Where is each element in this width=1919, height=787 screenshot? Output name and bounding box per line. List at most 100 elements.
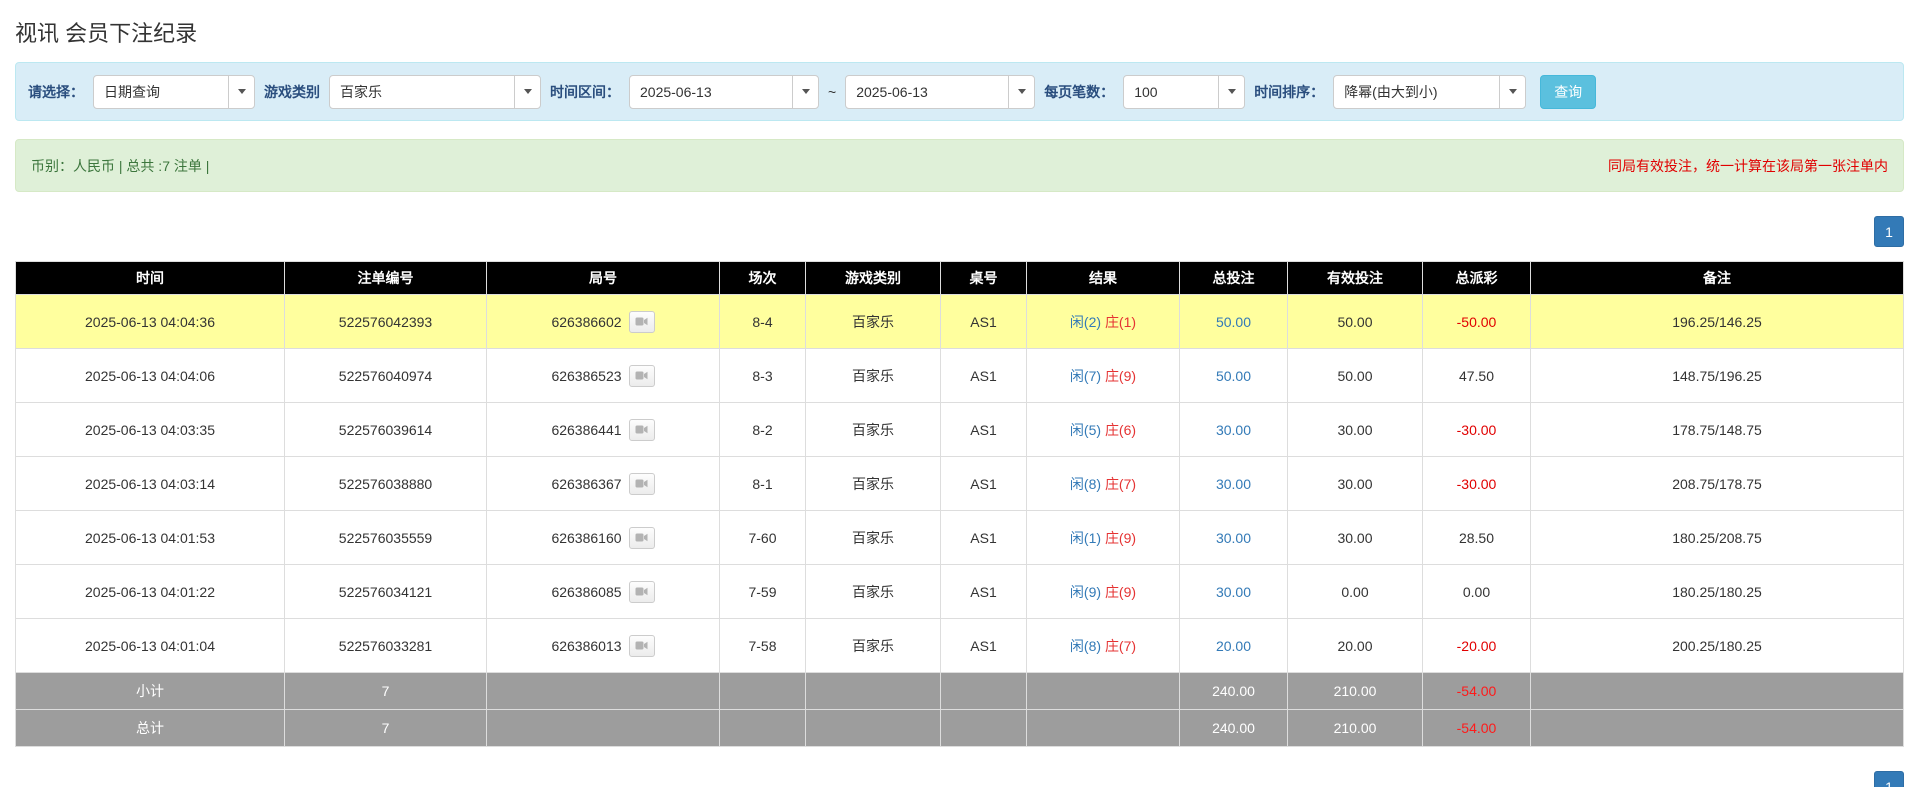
chevron-down-icon[interactable]	[1008, 76, 1034, 108]
cell-total-bet-sum: 240.00	[1180, 673, 1288, 710]
cell-remark: 196.25/146.25	[1531, 295, 1904, 349]
video-replay-icon[interactable]	[629, 527, 655, 549]
video-replay-icon[interactable]	[629, 365, 655, 387]
pagination-bottom: 1	[15, 771, 1904, 787]
table-row: 2025-06-13 04:04:06 522576040974 6263865…	[16, 349, 1904, 403]
page-button-1[interactable]: 1	[1874, 771, 1904, 787]
round-id-text: 626386085	[551, 584, 621, 600]
video-replay-icon[interactable]	[629, 311, 655, 333]
cell-valid-bet: 30.00	[1288, 403, 1423, 457]
cell-table-no: AS1	[941, 349, 1027, 403]
cell-time: 2025-06-13 04:03:14	[16, 457, 285, 511]
cell-remark: 148.75/196.25	[1531, 349, 1904, 403]
subtotal-row: 小计 7 240.00 210.00 -54.00	[16, 673, 1904, 710]
cell-session: 8-1	[720, 457, 806, 511]
column-header-6: 桌号	[941, 262, 1027, 295]
game-type-value: 百家乐	[330, 76, 514, 108]
cell-empty	[1027, 673, 1180, 710]
cell-round-id: 626386523	[487, 349, 720, 403]
cell-session: 8-2	[720, 403, 806, 457]
page-size-select[interactable]: 100	[1123, 75, 1245, 109]
page-title: 视讯 会员下注纪录	[15, 16, 1904, 48]
video-replay-icon[interactable]	[629, 419, 655, 441]
cell-empty	[1027, 710, 1180, 747]
result-banker: 庄(6)	[1105, 422, 1136, 438]
round-id-text: 626386441	[551, 422, 621, 438]
table-row: 2025-06-13 04:04:36 522576042393 6263866…	[16, 295, 1904, 349]
cell-valid-bet-sum: 210.00	[1288, 710, 1423, 747]
cell-result: 闲(5) 庄(6)	[1027, 403, 1180, 457]
sort-select[interactable]: 降幂(由大到小)	[1333, 75, 1526, 109]
chevron-down-icon[interactable]	[514, 76, 540, 108]
cell-total-count: 7	[285, 673, 487, 710]
cell-game-type: 百家乐	[806, 295, 941, 349]
chevron-down-icon[interactable]	[792, 76, 818, 108]
cell-total-bet[interactable]: 30.00	[1180, 457, 1288, 511]
chevron-down-icon[interactable]	[228, 76, 254, 108]
cell-result: 闲(7) 庄(9)	[1027, 349, 1180, 403]
result-player: 闲(5)	[1070, 422, 1101, 438]
result-banker: 庄(7)	[1105, 638, 1136, 654]
cell-remark: 178.75/148.75	[1531, 403, 1904, 457]
cell-round-id: 626386441	[487, 403, 720, 457]
cell-game-type: 百家乐	[806, 511, 941, 565]
table-row: 2025-06-13 04:03:35 522576039614 6263864…	[16, 403, 1904, 457]
video-replay-icon[interactable]	[629, 473, 655, 495]
summary-bar: 币别：人民币 | 总共 :7 注单 | 同局有效投注，统一计算在该局第一张注单内	[15, 139, 1904, 192]
cell-empty	[487, 673, 720, 710]
cell-valid-bet-sum: 210.00	[1288, 673, 1423, 710]
cell-table-no: AS1	[941, 295, 1027, 349]
cell-time: 2025-06-13 04:01:22	[16, 565, 285, 619]
cell-result: 闲(1) 庄(9)	[1027, 511, 1180, 565]
result-player: 闲(1)	[1070, 530, 1101, 546]
cell-bet-id: 522576042393	[285, 295, 487, 349]
cell-empty	[487, 710, 720, 747]
cell-total-bet[interactable]: 30.00	[1180, 511, 1288, 565]
video-replay-icon[interactable]	[629, 635, 655, 657]
cell-valid-bet: 30.00	[1288, 457, 1423, 511]
page-button-1[interactable]: 1	[1874, 216, 1904, 247]
grand-total-row: 总计 7 240.00 210.00 -54.00	[16, 710, 1904, 747]
cell-empty	[806, 710, 941, 747]
cell-session: 7-58	[720, 619, 806, 673]
round-id-text: 626386523	[551, 368, 621, 384]
cell-time: 2025-06-13 04:03:35	[16, 403, 285, 457]
table-row: 2025-06-13 04:01:22 522576034121 6263860…	[16, 565, 1904, 619]
date-from-select[interactable]: 2025-06-13	[629, 75, 819, 109]
result-banker: 庄(9)	[1105, 584, 1136, 600]
chevron-down-icon[interactable]	[1218, 76, 1244, 108]
table-row: 2025-06-13 04:01:04 522576033281 6263860…	[16, 619, 1904, 673]
cell-table-no: AS1	[941, 457, 1027, 511]
cell-remark: 200.25/180.25	[1531, 619, 1904, 673]
cell-remark: 180.25/208.75	[1531, 511, 1904, 565]
date-to-select[interactable]: 2025-06-13	[845, 75, 1035, 109]
cell-bet-id: 522576033281	[285, 619, 487, 673]
cell-total-bet[interactable]: 20.00	[1180, 619, 1288, 673]
cell-valid-bet: 20.00	[1288, 619, 1423, 673]
cell-payout: 28.50	[1423, 511, 1531, 565]
sort-value: 降幂(由大到小)	[1334, 76, 1499, 108]
cell-game-type: 百家乐	[806, 457, 941, 511]
round-id-text: 626386013	[551, 638, 621, 654]
column-header-2: 注单编号	[285, 262, 487, 295]
cell-payout-sum: -54.00	[1423, 710, 1531, 747]
query-type-select[interactable]: 日期查询	[93, 75, 255, 109]
cell-total-bet[interactable]: 50.00	[1180, 349, 1288, 403]
search-button[interactable]: 查询	[1540, 75, 1596, 109]
chevron-down-icon[interactable]	[1499, 76, 1525, 108]
cell-remark: 180.25/180.25	[1531, 565, 1904, 619]
table-header-row: 时间注单编号局号场次游戏类别桌号结果总投注有效投注总派彩备注	[16, 262, 1904, 295]
table-row: 2025-06-13 04:01:53 522576035559 6263861…	[16, 511, 1904, 565]
cell-round-id: 626386160	[487, 511, 720, 565]
cell-total-bet[interactable]: 30.00	[1180, 403, 1288, 457]
video-replay-icon[interactable]	[629, 581, 655, 603]
cell-round-id: 626386085	[487, 565, 720, 619]
game-type-select[interactable]: 百家乐	[329, 75, 541, 109]
round-id-text: 626386160	[551, 530, 621, 546]
cell-total-count: 7	[285, 710, 487, 747]
cell-payout: -50.00	[1423, 295, 1531, 349]
cell-total-bet[interactable]: 50.00	[1180, 295, 1288, 349]
cell-result: 闲(9) 庄(9)	[1027, 565, 1180, 619]
cell-table-no: AS1	[941, 511, 1027, 565]
cell-total-bet[interactable]: 30.00	[1180, 565, 1288, 619]
